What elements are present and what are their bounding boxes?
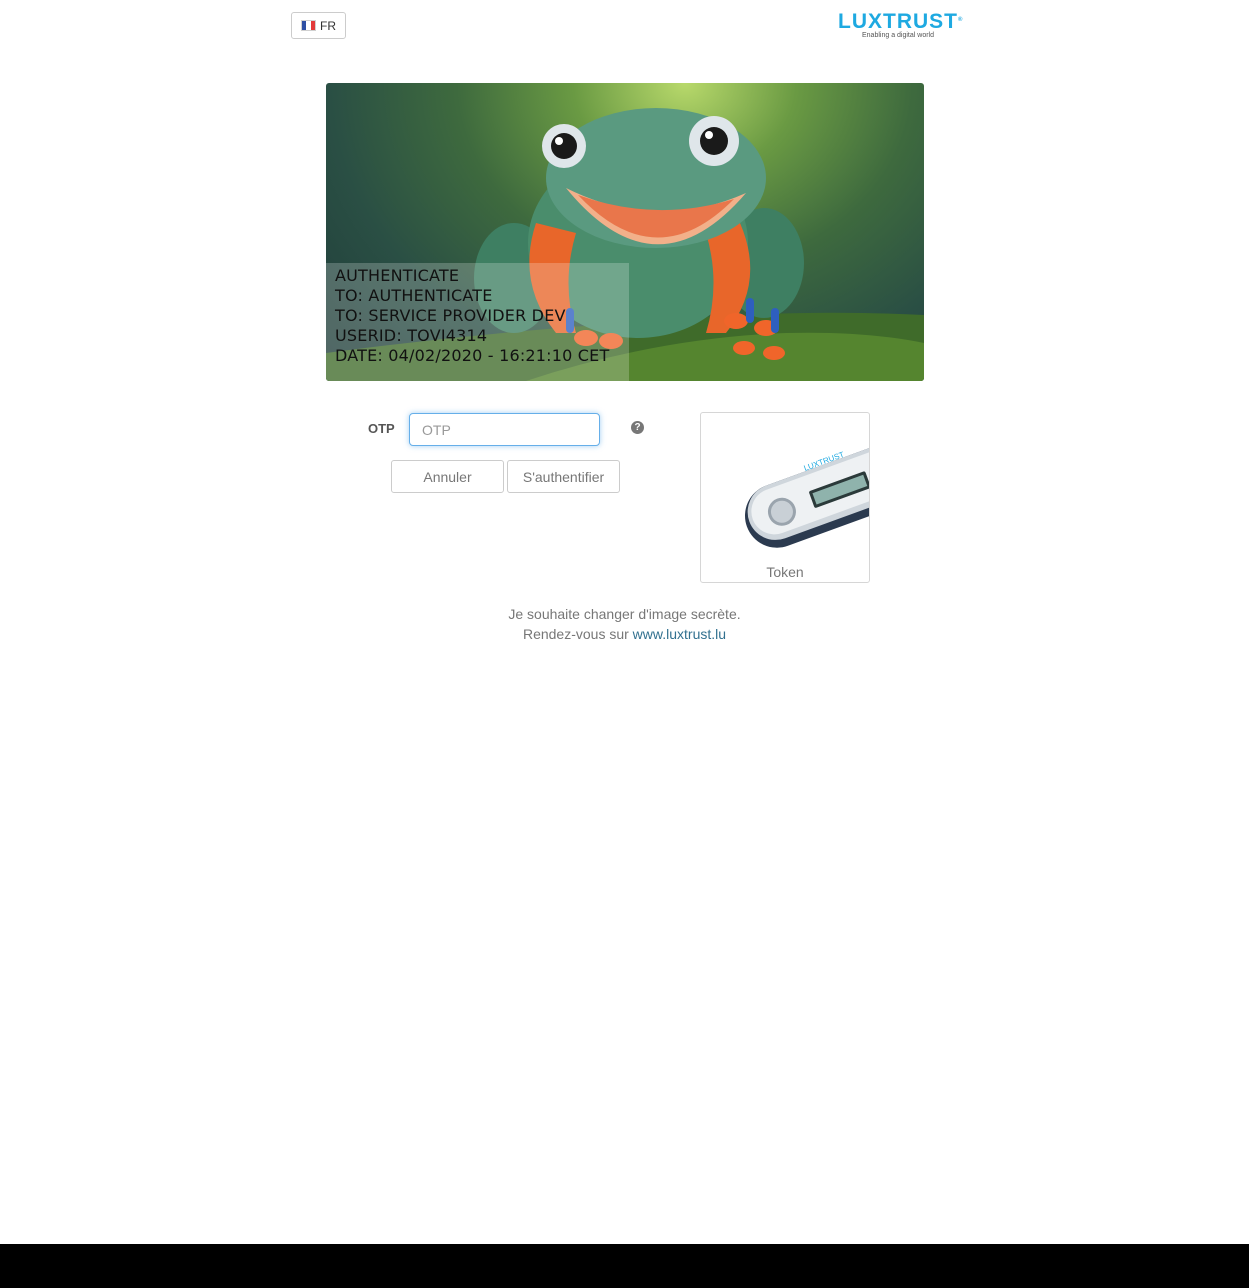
change-image-info: Je souhaite changer d'image secrète. Ren… (0, 604, 1249, 644)
token-label: Token (766, 564, 804, 580)
cancel-button[interactable]: Annuler (391, 460, 504, 493)
help-icon[interactable]: ? (631, 421, 644, 434)
secret-line-userid: USERID: TOVI4314 (335, 326, 488, 345)
secret-line-action: AUTHENTICATE (335, 266, 460, 285)
otp-input[interactable] (409, 413, 600, 446)
language-label: FR (320, 18, 336, 33)
info-line-2: Rendez-vous sur www.luxtrust.lu (0, 624, 1249, 644)
info-line-2-prefix: Rendez-vous sur (522, 626, 629, 642)
token-option[interactable]: LUXTRUST Token (700, 412, 870, 583)
page: FR LUXTRUST® Enabling a digital world AU… (0, 0, 1249, 1288)
secret-line-provider: TO: SERVICE PROVIDER DEV (335, 306, 566, 325)
otp-label: OTP (368, 421, 395, 436)
secret-text: AUTHENTICATE TO: AUTHENTICATE TO: SERVIC… (335, 266, 609, 366)
logo-registered-mark: ® (958, 17, 964, 23)
secret-image: AUTHENTICATE TO: AUTHENTICATE TO: SERVIC… (326, 83, 924, 381)
logo-name: LUXTRUST (838, 10, 958, 33)
luxtrust-logo: LUXTRUST® Enabling a digital world (838, 10, 964, 39)
authenticate-button[interactable]: S'authentifier (507, 460, 620, 493)
bottom-bar (0, 1244, 1249, 1288)
language-button[interactable]: FR (291, 12, 346, 39)
token-device-icon: LUXTRUST (745, 439, 869, 548)
secret-line-to: TO: AUTHENTICATE (335, 286, 493, 305)
france-flag-icon (301, 20, 316, 31)
info-line-1: Je souhaite changer d'image secrète. (508, 606, 741, 622)
secret-line-date: DATE: 04/02/2020 - 16:21:10 CET (335, 346, 610, 365)
logo-tagline: Enabling a digital world (862, 32, 934, 39)
luxtrust-link[interactable]: www.luxtrust.lu (633, 626, 726, 642)
